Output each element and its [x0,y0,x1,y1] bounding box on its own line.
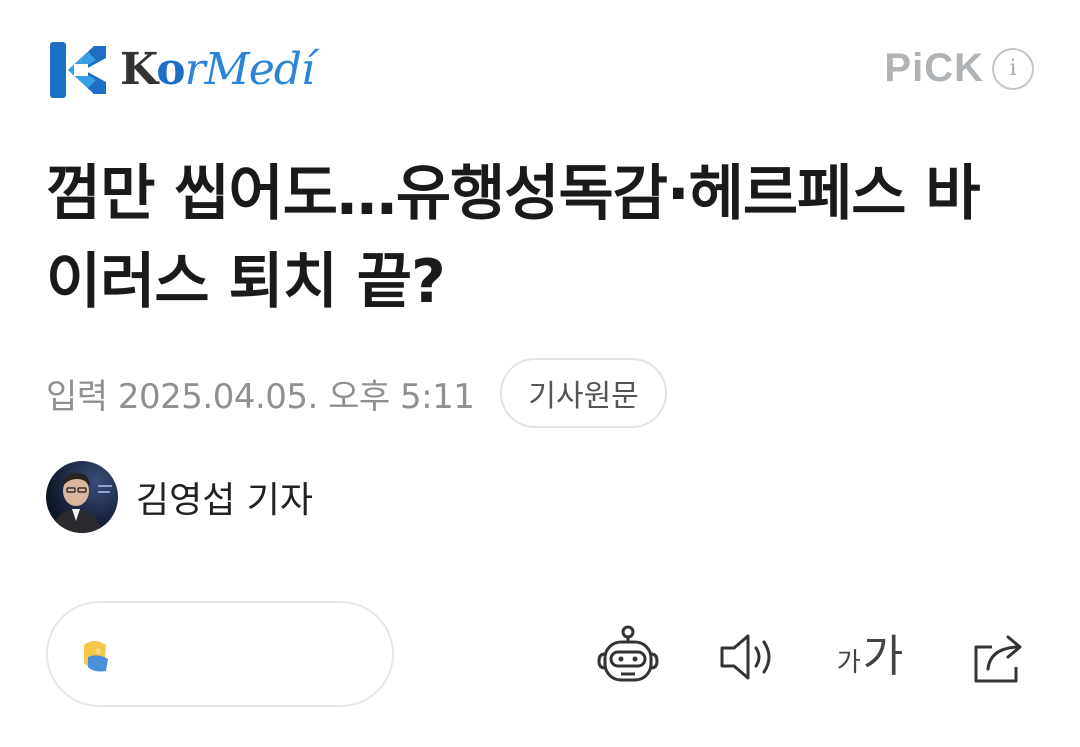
article-meta: 입력 2025.04.05. 오후 5:11 기사원문 [46,358,667,428]
font-size-small-label: 가 [836,648,861,678]
share-button[interactable] [960,612,1040,702]
top-bar: KorMedí PiCK i [0,0,1080,140]
article-title: 껌만 씹어도…유행성독감·헤르페스 바이러스 퇴치 끝? [46,159,981,317]
logo-letters-rest: rMedí [184,44,315,95]
logo-letter-k: K [120,44,157,95]
reporter-name: 김영섭 기자 [136,480,314,521]
ai-summary-robot-icon [597,625,659,682]
published-date: 입력 2025.04.05. 오후 5:11 [46,376,475,417]
reporter-avatar [46,461,118,533]
original-article-button[interactable]: 기사원문 [500,358,667,428]
pick-badge[interactable]: PiCK i [884,46,1034,91]
font-size-button[interactable]: 가가 [830,612,910,702]
kormedi-logo[interactable]: KorMedí [48,40,315,100]
article-toolbar: 가가 [0,612,1080,702]
font-size-large-label: 가 [862,631,904,682]
kormedi-wordmark: KorMedí [120,48,315,92]
ai-summary-button[interactable] [588,612,668,702]
reporter-info[interactable]: 김영섭 기자 [46,461,313,533]
share-icon [974,635,1022,683]
info-icon[interactable]: i [992,47,1034,90]
text-to-speech-speaker-icon [720,634,771,680]
kormedi-logo-icon [48,40,108,100]
pick-label: PiCK [884,46,984,90]
logo-letter-o: o [156,44,185,95]
text-to-speech-button[interactable] [708,612,788,702]
font-size-icon: 가가 [837,635,903,679]
